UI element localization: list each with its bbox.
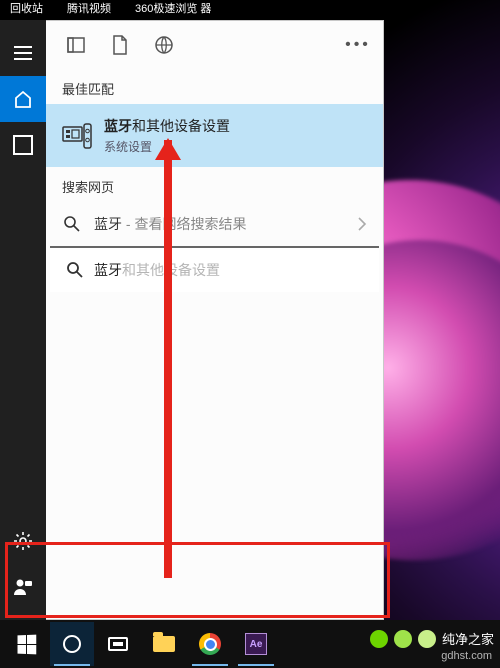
desktop-icon-360[interactable]: 360极速浏览 器	[135, 0, 211, 20]
home-icon[interactable]	[0, 76, 46, 122]
search-icon	[62, 214, 82, 234]
task-view-button[interactable]	[96, 622, 140, 666]
desktop-icon-row: 回收站 腾讯视频 360极速浏览 器	[10, 0, 490, 20]
app-tile-icon[interactable]	[0, 122, 46, 168]
watermark-brand: 纯净之家	[370, 629, 494, 648]
search-filter-row: •••	[46, 21, 383, 69]
best-match-text: 蓝牙和其他设备设置 系统设置	[104, 116, 230, 155]
watermark-url: gdhst.com	[441, 650, 492, 662]
start-button[interactable]	[4, 622, 48, 666]
gear-icon[interactable]	[0, 518, 46, 564]
best-match-subtitle: 系统设置	[104, 138, 230, 155]
web-search-item[interactable]: 蓝牙 - 查看网络搜索结果	[46, 202, 383, 246]
search-icon	[66, 261, 84, 279]
hamburger-icon[interactable]	[0, 30, 46, 76]
filter-apps-icon[interactable]	[56, 25, 96, 65]
search-input[interactable]: 蓝牙和其他设备设置	[50, 246, 379, 292]
after-effects-button[interactable]: Ae	[234, 622, 278, 666]
search-web-label: 搜索网页	[46, 167, 383, 202]
web-search-label: 蓝牙 - 查看网络搜索结果	[94, 214, 246, 234]
desktop-icon-tencent[interactable]: 腾讯视频	[67, 0, 111, 20]
search-panel: ••• 最佳匹配 蓝牙和其他设备设置 系统设置 搜索网页 蓝牙 - 查看网络搜索…	[46, 20, 384, 620]
chevron-right-icon	[357, 217, 367, 231]
search-text: 蓝牙和其他设备设置	[94, 260, 220, 280]
more-icon[interactable]: •••	[343, 25, 373, 65]
file-explorer-button[interactable]	[142, 622, 186, 666]
desktop-icon-recycle[interactable]: 回收站	[10, 0, 43, 20]
feedback-icon[interactable]	[0, 564, 46, 610]
taskbar-search-button[interactable]	[50, 622, 94, 666]
filter-web-icon[interactable]	[144, 25, 184, 65]
start-nav-rail	[0, 20, 46, 620]
settings-device-icon	[62, 121, 92, 151]
best-match-label: 最佳匹配	[46, 69, 383, 104]
best-match-title: 蓝牙和其他设备设置	[104, 116, 230, 136]
best-match-item[interactable]: 蓝牙和其他设备设置 系统设置	[46, 104, 383, 167]
filter-documents-icon[interactable]	[100, 25, 140, 65]
chrome-button[interactable]	[188, 622, 232, 666]
